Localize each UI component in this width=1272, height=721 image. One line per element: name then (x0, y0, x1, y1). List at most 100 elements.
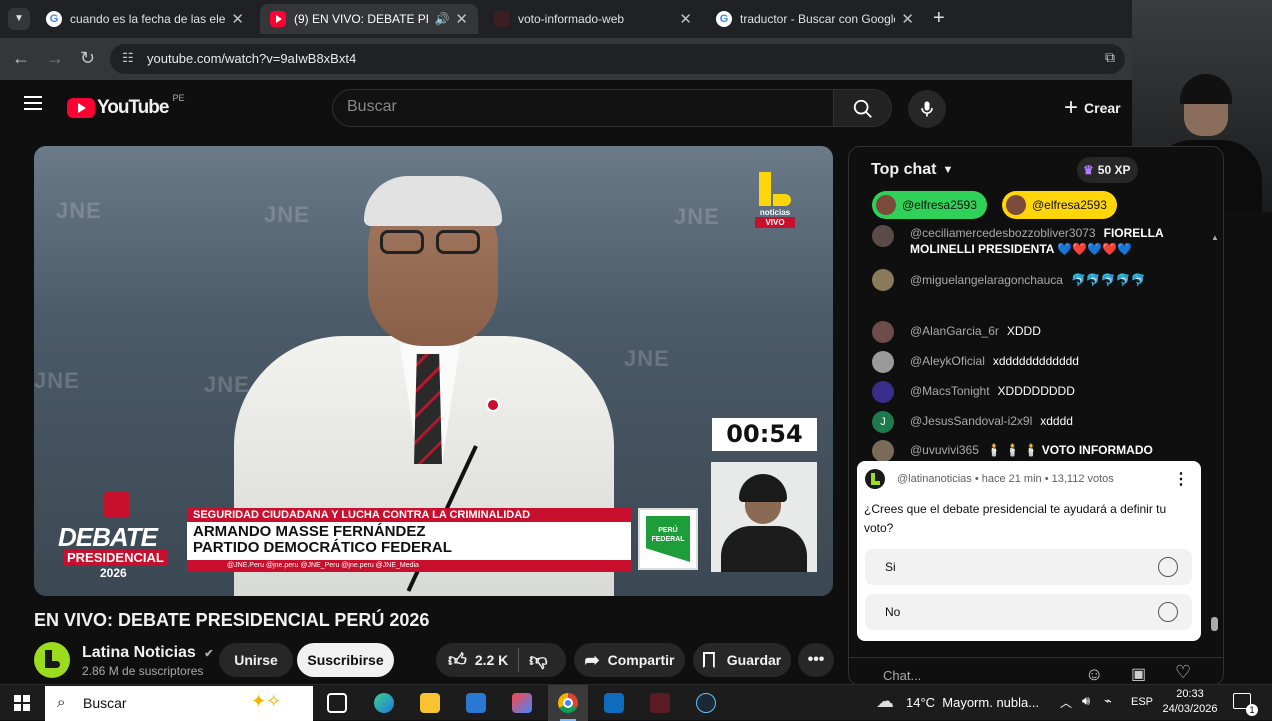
xp-badge[interactable]: ♛ 50 XP (1077, 157, 1139, 183)
store-icon[interactable] (466, 693, 486, 713)
chevron-up-icon[interactable]: ︿ (1060, 694, 1072, 711)
search-button[interactable] (834, 89, 892, 127)
brand-noticias: noticias (759, 208, 791, 217)
voice-search-button[interactable] (908, 90, 946, 128)
chat-author: @miguelangelaragonchauca (910, 273, 1063, 287)
debate-timer: 00:54 (712, 418, 817, 451)
browser-tab-1[interactable]: G cuando es la fecha de las elecci ✕ (36, 4, 254, 34)
poll-card: @latinanoticias • hace 21 min • 13,112 v… (857, 461, 1201, 641)
poll-option-si[interactable]: Si (865, 549, 1192, 585)
task-view-icon[interactable] (327, 693, 347, 713)
pinned-chip[interactable]: @elfresa2593 (872, 191, 987, 219)
file-explorer-icon[interactable] (420, 693, 440, 713)
country-code: PE (172, 93, 185, 103)
dislike-button[interactable]: 👎︎ (529, 649, 547, 671)
like-button[interactable]: 👍︎ 2.2 K (436, 643, 508, 677)
heart-icon[interactable]: ♡ (1175, 662, 1191, 683)
crown-icon: ♛ (1083, 163, 1094, 177)
chat-message: @uvuvivi365 🕯️ 🕯️ 🕯️ VOTO INFORMADO (872, 440, 1153, 462)
join-button[interactable]: Unirse (219, 643, 293, 677)
sparkle-icon: ✦✧ (251, 691, 282, 711)
debate-subtitle: PRESIDENCIAL (64, 550, 167, 565)
close-tab-icon[interactable]: ✕ (455, 10, 468, 28)
edge-icon[interactable] (374, 693, 394, 713)
taskbar-search[interactable]: ⌕ Buscar ✦✧ (45, 686, 313, 721)
app-icon[interactable] (650, 693, 670, 713)
jne-watermark: JNE (624, 346, 670, 371)
search-input[interactable] (347, 98, 807, 116)
avatar (872, 225, 894, 247)
chat-mode-selector[interactable]: Top chat ▼ (871, 161, 953, 179)
live-badge: VIVO (755, 217, 795, 228)
notification-icon[interactable]: 1 (1233, 693, 1258, 716)
chat-author: @AleykOficial (910, 354, 985, 368)
divider (518, 648, 520, 672)
create-button[interactable]: + Crear (1058, 90, 1135, 126)
new-tab-button[interactable]: + (933, 7, 945, 30)
channel-name[interactable]: Latina Noticias ✔ (82, 644, 213, 662)
share-button[interactable]: ➦ Compartir (574, 643, 685, 677)
jne-seal-icon (104, 492, 130, 518)
chat-input[interactable]: Chat... (883, 668, 921, 683)
speaker-icon[interactable]: 🔊 (434, 12, 449, 26)
verified-icon: ✔ (204, 648, 214, 660)
menu-icon[interactable] (24, 96, 42, 110)
pinned-chip[interactable]: @elfresa2593 (1002, 191, 1117, 219)
party-logo: PERÚ FEDERAL (638, 508, 698, 570)
weather-text[interactable]: 14°C Mayorm. nubla... (906, 695, 1039, 710)
candidate-name: ARMANDO MASSE FERNÁNDEZ (193, 523, 426, 540)
chat-message: @ceciliamercedesbozzobliver3073 FIORELLA … (872, 225, 1182, 257)
super-chat-icon[interactable]: ▣ (1131, 664, 1146, 684)
jne-app-icon (494, 11, 510, 27)
avatar (872, 321, 894, 343)
close-tab-icon[interactable]: ✕ (901, 10, 914, 28)
emoji-icon[interactable]: ☺ (1085, 664, 1103, 685)
windows-start-icon[interactable] (14, 695, 30, 711)
browser-toolbar: ← → ↻ ☷ youtube.com/watch?v=9aIwB8xBxt4 … (0, 38, 1272, 80)
browser-tab-strip: ▼ G cuando es la fecha de las elecci ✕ (… (0, 0, 1272, 38)
site-info-icon[interactable]: ☷ (122, 50, 134, 66)
clock[interactable]: 20:33 24/03/2026 (1160, 687, 1220, 717)
youtube-header: YouTube PE + Crear (0, 80, 1272, 136)
browser-tab-2-active[interactable]: (9) EN VIVO: DEBATE PRESI 🔊 ✕ (260, 4, 478, 34)
close-tab-icon[interactable]: ✕ (679, 10, 692, 28)
chrome-icon (558, 693, 578, 713)
chevron-down-icon: ▼ (942, 164, 954, 176)
video-player[interactable]: JNE JNE JNE JNE JNE JNE noticias VIVO 00… (34, 146, 833, 596)
peru-rosette-icon (486, 398, 500, 412)
search-box (332, 89, 834, 127)
copilot-icon[interactable] (512, 693, 532, 713)
channel-avatar[interactable] (34, 642, 70, 678)
party-logo-text: PERÚ FEDERAL (651, 527, 685, 543)
close-tab-icon[interactable]: ✕ (231, 10, 244, 28)
avatar (872, 440, 894, 462)
tab-search-button[interactable]: ▼ (8, 8, 30, 30)
scroll-up-icon[interactable]: ▲ (1211, 233, 1219, 242)
more-options-icon[interactable]: ⋮ (1173, 469, 1189, 489)
chrome-taskbar-active[interactable] (548, 685, 588, 721)
avatar (872, 351, 894, 373)
clock-time: 20:33 (1176, 688, 1204, 700)
install-app-icon[interactable]: ⧉ (1105, 49, 1115, 66)
chat-scrollbar[interactable] (1211, 617, 1218, 631)
outlook-icon[interactable] (604, 693, 624, 713)
forward-arrow-icon[interactable]: → (46, 48, 64, 69)
poll-option-no[interactable]: No (865, 594, 1192, 630)
youtube-logo[interactable]: YouTube PE (67, 93, 184, 119)
save-button[interactable]: Guardar (693, 643, 791, 677)
network-icon[interactable]: ⌁ (1104, 693, 1112, 709)
more-actions-button[interactable]: ••• (798, 643, 834, 677)
back-arrow-icon[interactable]: ← (12, 48, 30, 69)
browser-tab-3[interactable]: voto-informado-web ✕ (484, 4, 702, 34)
google-icon: G (46, 11, 62, 27)
speaker-icon[interactable]: 🔊︎ (1082, 693, 1090, 709)
avatar: J (872, 411, 894, 433)
subscribe-button[interactable]: Suscribirse (297, 643, 394, 677)
language-indicator[interactable]: ESP (1131, 696, 1153, 708)
steam-icon[interactable] (696, 693, 716, 713)
chat-message: @miguelangelaragonchauca 🐬🐬🐬🐬🐬 (872, 269, 1182, 291)
reload-icon[interactable]: ↻ (80, 48, 95, 69)
browser-tab-4[interactable]: G traductor - Buscar con Google ✕ (706, 4, 924, 34)
address-bar[interactable]: ☷ youtube.com/watch?v=9aIwB8xBxt4 ⧉ (110, 44, 1125, 74)
like-count: 2.2 K (474, 652, 509, 668)
